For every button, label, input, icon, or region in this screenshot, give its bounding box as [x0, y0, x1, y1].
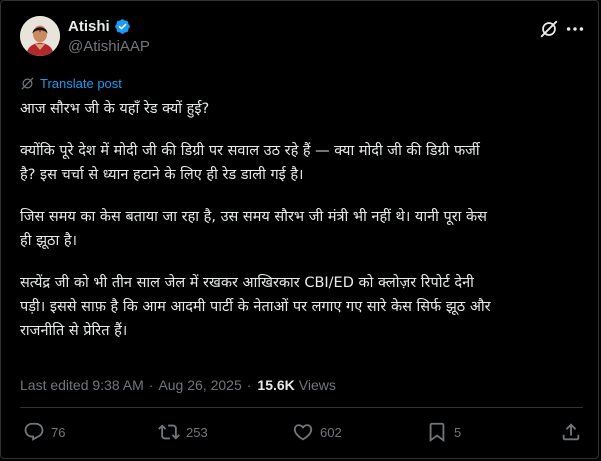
more-options-button[interactable]: [564, 18, 586, 40]
tweet-text: आज सौरभ जी के यहाँ रेड क्यों हुई? क्योंक…: [20, 97, 585, 343]
avatar[interactable]: [20, 16, 60, 56]
translate-post-link[interactable]: Translate post: [20, 76, 122, 91]
post-date[interactable]: Aug 26, 2025: [158, 377, 241, 393]
tweet-paragraph-4: सत्येंद्र जी को भी तीन साल जेल में रखकर …: [20, 271, 585, 343]
reply-icon: [24, 422, 44, 441]
tweet-paragraph-3: जिस समय का केस बताया जा रहा है, उस समय स…: [20, 205, 585, 253]
meta-separator: ·: [148, 377, 154, 393]
tweet-paragraph-2: क्योंकि पूरे देश में मोदी जी की डिग्री प…: [20, 139, 585, 187]
last-edited-link[interactable]: Last edited 9:38 AM: [20, 377, 144, 393]
tweet-line: राजनीति से प्रेरित हैं।: [20, 323, 128, 339]
more-options-icon: [566, 27, 584, 31]
share-icon: [562, 423, 580, 441]
tweet-line: आज सौरभ जी के यहाँ रेड क्यों हुई?: [20, 101, 210, 117]
reply-count: 76: [51, 424, 66, 440]
repost-button[interactable]: 253: [158, 421, 208, 443]
author-handle[interactable]: @AtishiAAP: [68, 38, 150, 55]
bookmark-count: 5: [454, 424, 462, 440]
like-button[interactable]: 602: [292, 421, 342, 443]
translate-post-label: Translate post: [40, 76, 122, 91]
reply-button[interactable]: 76: [23, 421, 65, 443]
tweet-card: Atishi @AtishiAAP Translate post आज सौरभ…: [0, 0, 599, 459]
verified-badge-icon: [114, 19, 130, 34]
bookmark-icon: [429, 422, 445, 443]
like-count: 602: [320, 424, 342, 440]
avatar-image: [20, 16, 60, 56]
share-button[interactable]: [560, 421, 582, 443]
tweet-line: ही झूठा है।: [20, 233, 78, 249]
tweet-metadata: Last edited 9:38 AM · Aug 26, 2025 · 15.…: [20, 377, 336, 393]
tweet-line: सत्येंद्र जी को भी तीन साल जेल में रखकर …: [20, 275, 474, 291]
tweet-line: जिस समय का केस बताया जा रहा है, उस समय स…: [20, 209, 487, 225]
views-count: 15.6K: [257, 377, 295, 393]
tweet-line: क्योंकि पूरे देश में मोदी जी की डिग्री प…: [20, 143, 480, 159]
author-name[interactable]: Atishi: [68, 18, 110, 35]
repost-icon: [158, 424, 180, 440]
meta-separator: ·: [246, 377, 252, 393]
views-label: Views: [298, 377, 336, 393]
repost-count: 253: [186, 424, 208, 440]
actions-divider: [20, 407, 583, 408]
translate-icon: [21, 77, 34, 90]
like-icon: [293, 424, 313, 441]
author-name-row: Atishi: [68, 18, 131, 35]
action-bar: 76 253 602 5: [1, 421, 600, 455]
tweet-paragraph-1: आज सौरभ जी के यहाँ रेड क्यों हुई?: [20, 97, 585, 121]
grok-icon: [540, 20, 558, 38]
grok-button[interactable]: [538, 18, 560, 40]
bookmark-button[interactable]: 5: [426, 421, 461, 443]
tweet-line: पड़ी। इससे साफ़ है कि आम आदमी पार्टी के …: [20, 299, 491, 315]
tweet-line: है? इस चर्चा से ध्यान हटाने के लिए ही रे…: [20, 167, 304, 183]
